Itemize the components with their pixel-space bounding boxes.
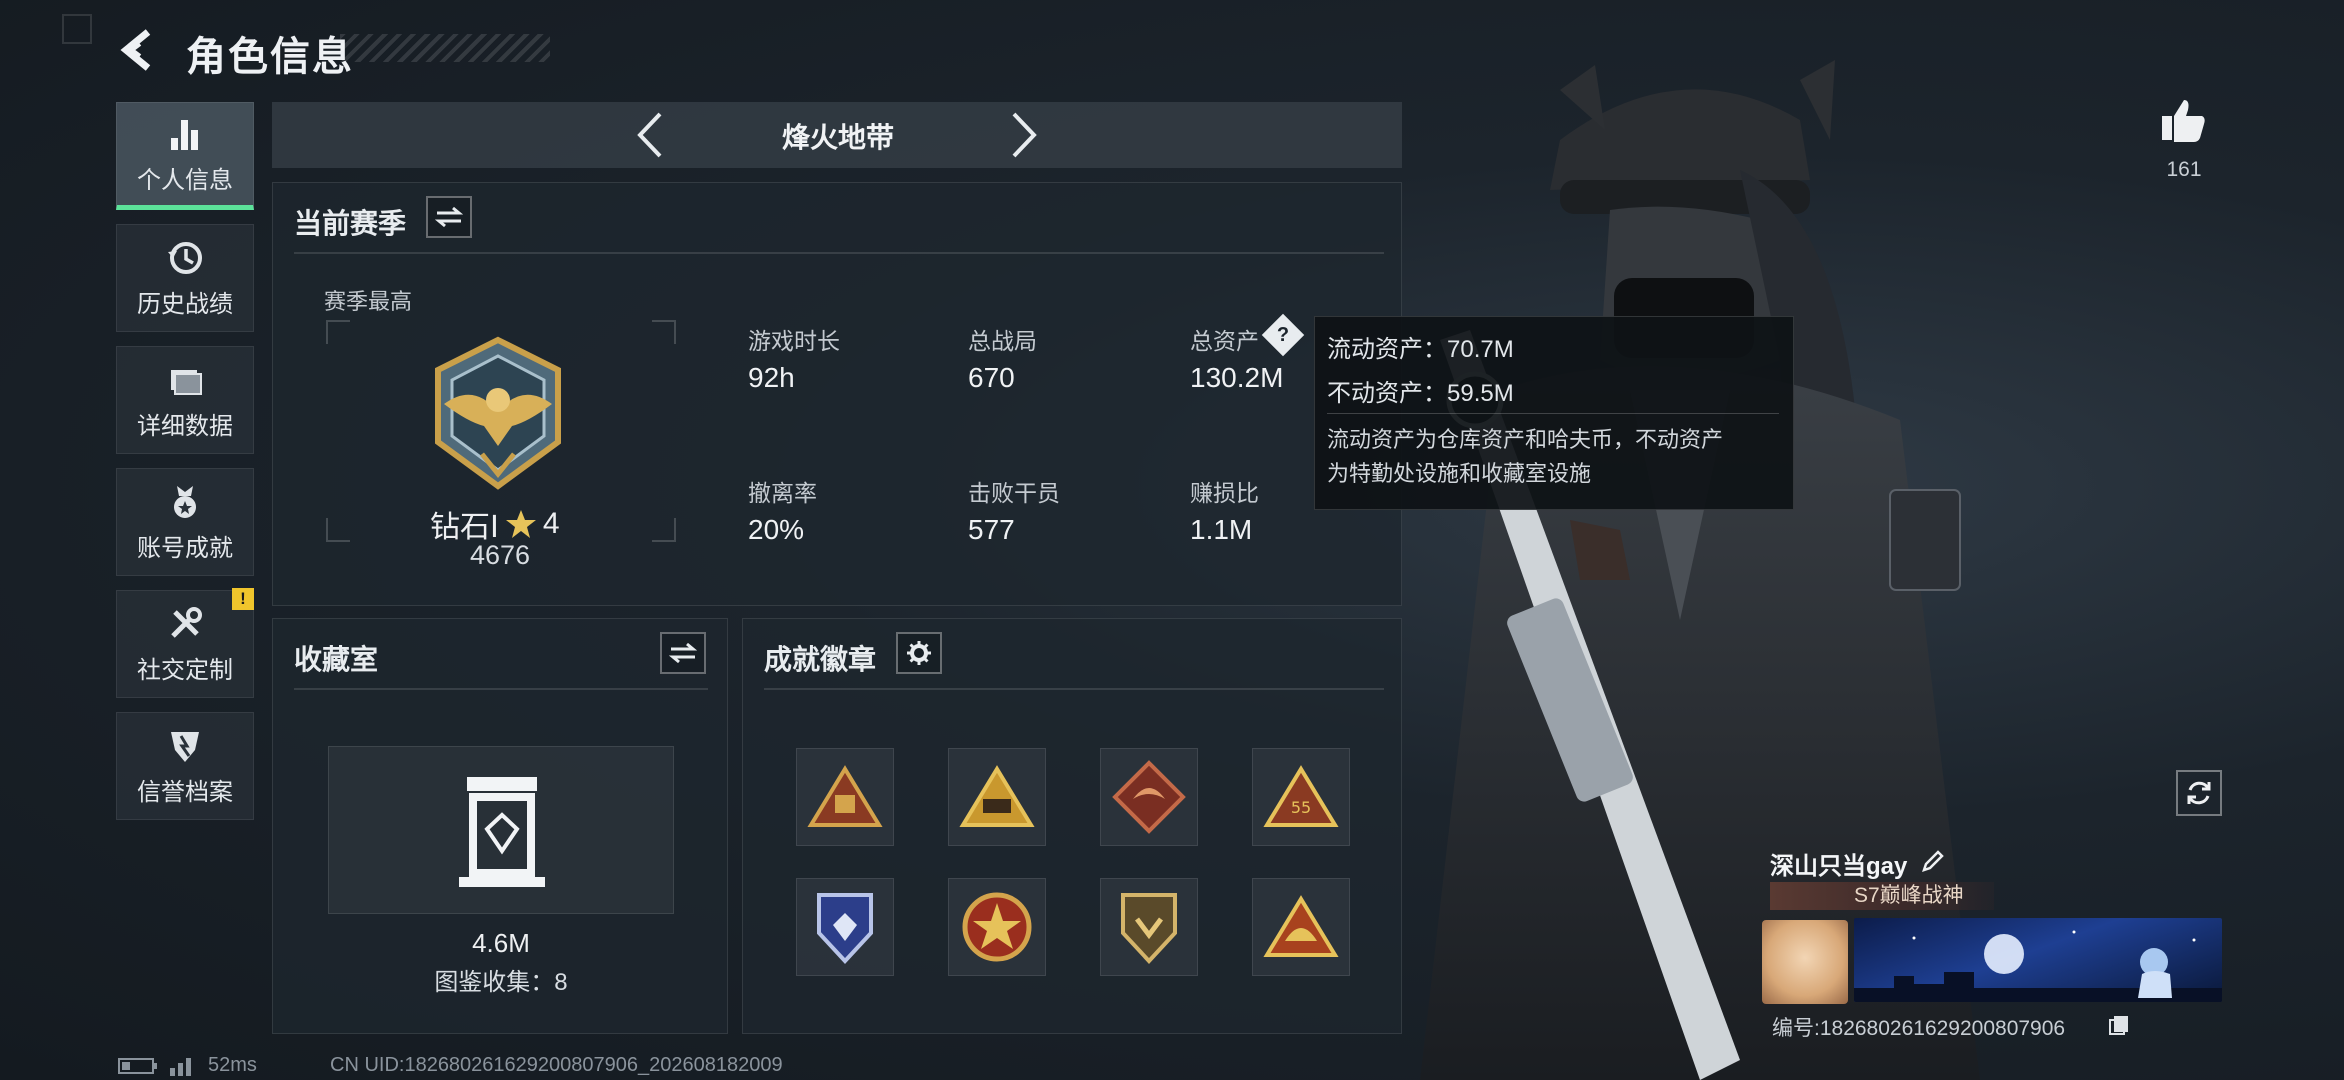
profile-banner [1854,918,2222,1002]
season-divider [294,252,1384,254]
alert-badge: ! [232,588,254,610]
history-icon [168,241,202,274]
stat-label-kills: 击败干员 [968,480,1060,506]
triangle-55-badge-icon: 55 [1263,765,1339,827]
avatar[interactable] [1762,920,1848,1004]
gear-icon [907,641,931,665]
achievements-title: 成就徽章 [764,644,877,675]
tooltip-desc-line2: 为特勤处设施和收藏室设施 [1327,461,1592,486]
season-swap-button[interactable] [426,196,472,238]
stat-value-total-matches: 670 [968,362,1015,393]
swap-icon [669,642,697,664]
mode-name: 烽火地带 [781,122,894,153]
blue-shield-badge-icon [817,893,873,964]
tools-icon [171,606,202,638]
player-id: 编号:1826802616292008079​06 [1772,1017,2066,1040]
tooltip-divider [1327,413,1779,414]
achievement-badge[interactable] [948,748,1046,846]
achievement-badge[interactable] [1100,878,1198,976]
status-bar: 52ms [118,1054,257,1077]
season-best-label: 赛季最高 [324,289,413,314]
sidebar-item-label: 社交定制 [137,656,233,684]
stat-value-total-assets: 130.2M [1190,362,1284,393]
shield-icon [171,731,199,762]
help-icon[interactable]: ? [1268,320,1298,350]
collection-divider [294,688,708,690]
rank-stars: 4 [542,507,560,540]
night-sky-banner-image [1854,930,2222,1002]
diamond-rank-emblem-icon [435,336,561,490]
uid-line: CN UID:18268026162920080​7906_2026081820… [330,1054,783,1076]
sidebar-item-label: 账号成就 [137,534,233,562]
collection-count: 图鉴收集：8 [434,969,568,996]
sidebar-item-history[interactable]: 历史战绩 [116,224,254,332]
player-title-tag: S7巅峰战神 [1770,882,1994,910]
medal-icon [174,485,196,518]
achievement-badge[interactable] [1252,878,1350,976]
corner-decoration [62,14,92,44]
back-arrow-icon[interactable] [118,28,162,72]
achievement-badge[interactable] [1100,748,1198,846]
achievements-divider [764,688,1384,690]
triangle-gold-badge-icon [807,765,883,827]
assets-tooltip: 流动资产：70.7M 不动资产：59.5M 流动资产为仓库资产和哈夫币，不动资产… [1314,316,1794,510]
refresh-button[interactable] [2176,770,2222,816]
edit-pencil-icon[interactable] [1920,848,1946,874]
stat-label-profit-ratio: 赚损比 [1190,480,1259,506]
chevron-right-icon[interactable] [1004,108,1044,162]
achievement-badge[interactable]: 55 [1252,748,1350,846]
sidebar-item-reputation[interactable]: 信誉档案 [116,712,254,820]
rank-score: 4676 [469,540,531,570]
triangle-tank-badge-icon [959,765,1035,827]
star-icon [505,510,536,538]
triangle-helmet-badge-icon [1263,895,1339,957]
stat-value-kills: 577 [968,514,1015,545]
stat-value-playtime: 92h [748,362,795,393]
stat-label-playtime: 游戏时长 [748,328,840,354]
stat-value-profit-ratio: 1.1M [1190,514,1253,545]
achievement-badge[interactable] [796,748,894,846]
season-title: 当前赛季 [294,208,407,239]
bar-chart-icon [171,119,198,150]
achievement-badge[interactable] [796,878,894,976]
sidebar-item-detailed-data[interactable]: 详细数据 [116,346,254,454]
shield-gold-badge-icon [1121,893,1177,964]
tooltip-liquid-assets: 流动资产：70.7M [1327,336,1514,363]
collection-value: 4.6M [472,928,530,958]
stat-label-total-matches: 总战局 [968,328,1037,354]
collection-display[interactable] [328,746,674,914]
vault-icon [459,777,545,887]
sidebar-item-label: 历史战绩 [137,290,233,318]
ping-value: 52ms [208,1054,257,1076]
dragon-diamond-badge-icon [1112,760,1186,834]
title-stripes-decoration [340,34,550,62]
swap-icon [435,206,463,228]
tooltip-fixed-assets: 不动资产：59.5M [1327,380,1514,407]
achievements-settings-button[interactable] [896,632,942,674]
achievement-badge[interactable] [948,878,1046,976]
like-count: 161 [2166,158,2202,181]
signal-icon [170,1057,191,1076]
folder-icon [171,369,202,395]
collection-swap-button[interactable] [660,632,706,674]
refresh-icon [2187,781,2211,805]
copy-icon[interactable] [2108,1014,2130,1036]
stat-value-extract-rate: 20% [748,514,805,545]
sidebar-item-achievements[interactable]: 账号成就 [116,468,254,576]
stat-label-extract-rate: 撤离率 [748,480,817,506]
svg-text:55: 55 [1291,798,1311,817]
sidebar-item-label: 信誉档案 [137,778,233,806]
battery-icon [118,1057,157,1074]
tooltip-desc-line1: 流动资产为仓库资产和哈夫币，不动资产 [1327,427,1724,452]
stat-label-total-assets: 总资产 [1190,328,1259,354]
sidebar-item-label: 详细数据 [137,412,233,440]
collection-title: 收藏室 [294,644,379,675]
chevron-left-icon[interactable] [630,108,670,162]
sidebar-item-label: 个人信息 [137,166,233,194]
player-name: 深山只当gay [1770,853,1908,880]
star-emblem-badge-icon [962,892,1032,962]
thumbs-up-icon[interactable] [2158,96,2208,146]
page-title: 角色信息 [186,35,354,79]
sidebar-item-personal-info[interactable]: 个人信息 [116,102,254,210]
